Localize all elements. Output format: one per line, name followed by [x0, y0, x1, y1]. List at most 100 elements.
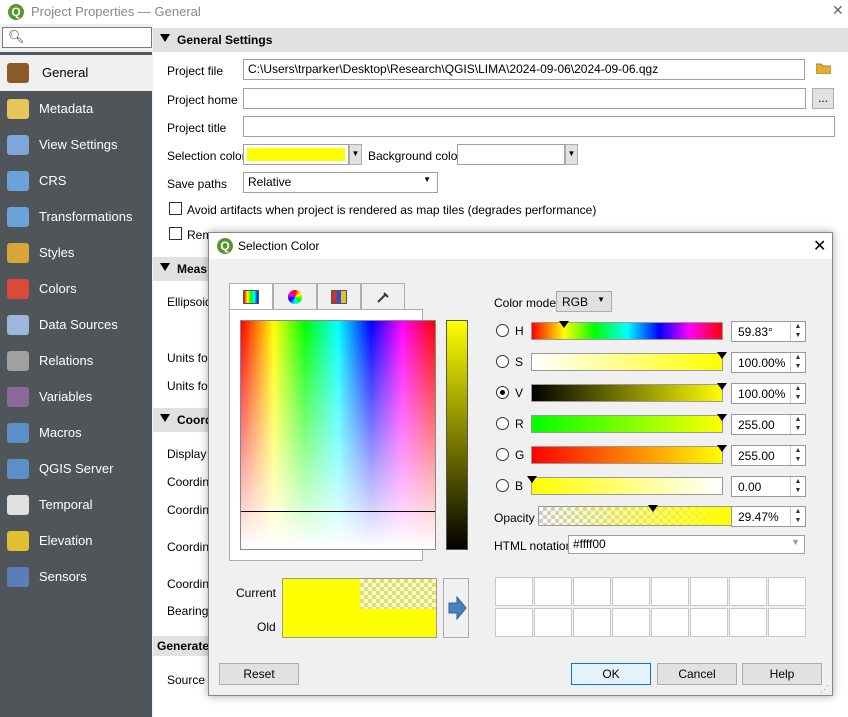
channel-spinbox-g[interactable]: 255.00 ▲ ▼	[731, 445, 806, 466]
custom-color-swatch[interactable]	[534, 577, 572, 606]
html-notation-field[interactable]: #ffff00 ▼	[568, 535, 805, 554]
sidebar-item-macros[interactable]: Macros	[0, 415, 152, 451]
remember-checkbox[interactable]	[169, 227, 182, 240]
channel-spinbox-h[interactable]: 59.83° ▲ ▼	[731, 321, 806, 342]
opacity-spinbox[interactable]: 29.47% ▲ ▼	[731, 506, 806, 527]
sidebar-item-temporal[interactable]: Temporal	[0, 487, 152, 523]
cancel-button[interactable]: Cancel	[657, 663, 737, 685]
resize-grip-icon[interactable]: ⋰	[820, 684, 829, 695]
channel-radio-r[interactable]	[496, 417, 509, 430]
channel-spinbox-b[interactable]: 0.00 ▲ ▼	[731, 476, 806, 497]
sidebar-item-metadata[interactable]: Metadata	[0, 91, 152, 127]
channel-radio-v[interactable]	[496, 386, 509, 399]
opacity-slider[interactable]	[538, 505, 732, 526]
avoid-artifacts-checkbox[interactable]	[169, 202, 182, 215]
custom-color-swatch[interactable]	[690, 608, 728, 637]
custom-color-swatch[interactable]	[612, 577, 650, 606]
value-ramp-slider[interactable]	[446, 320, 468, 550]
sidebar-item-crs[interactable]: CRS	[0, 163, 152, 199]
color-model-select[interactable]: RGB ▼	[556, 291, 612, 312]
spin-arrows[interactable]: ▲ ▼	[790, 384, 805, 403]
channel-spinbox-s[interactable]: 100.00% ▲ ▼	[731, 352, 806, 373]
custom-color-swatch[interactable]	[573, 608, 611, 637]
custom-color-swatch[interactable]	[729, 608, 767, 637]
channel-slider-g[interactable]	[531, 445, 727, 464]
search-input[interactable]: 🔍︎	[2, 27, 152, 48]
color-ramp-tab[interactable]	[229, 283, 273, 310]
channel-spinbox-v[interactable]: 100.00% ▲ ▼	[731, 383, 806, 404]
channel-radio-h[interactable]	[496, 324, 509, 337]
channel-radio-s[interactable]	[496, 355, 509, 368]
channel-slider-s[interactable]	[531, 352, 727, 371]
sidebar-item-data-sources[interactable]: Data Sources	[0, 307, 152, 343]
folder-icon[interactable]	[815, 62, 832, 75]
channel-slider-h[interactable]	[531, 321, 723, 340]
custom-color-swatch[interactable]	[729, 577, 767, 606]
sidebar-item-view-settings[interactable]: View Settings	[0, 127, 152, 163]
custom-color-swatch[interactable]	[768, 608, 806, 637]
project-home-field[interactable]	[243, 88, 806, 109]
swatch-grid-tab[interactable]	[317, 283, 361, 309]
sidebar-item-colors[interactable]: Colors	[0, 271, 152, 307]
reset-button[interactable]: Reset	[219, 663, 299, 685]
project-title-field[interactable]	[243, 116, 835, 137]
browse-button[interactable]: ...	[812, 88, 834, 109]
dialog-close-icon[interactable]: ✕	[813, 236, 826, 256]
save-paths-select[interactable]: Relative ▼	[243, 172, 438, 193]
selection-color-dropdown[interactable]: ▼	[349, 144, 362, 165]
sidebar-item-relations[interactable]: Relations	[0, 343, 152, 379]
apply-arrow-button[interactable]	[443, 578, 469, 638]
custom-color-swatch[interactable]	[651, 577, 689, 606]
project-file-field[interactable]: C:\Users\trparker\Desktop\Research\QGIS\…	[243, 59, 805, 80]
help-button[interactable]: Help	[742, 663, 822, 685]
custom-color-swatch[interactable]	[495, 577, 533, 606]
ok-button[interactable]: OK	[571, 663, 651, 685]
slider-knob[interactable]	[717, 383, 727, 390]
spin-arrows[interactable]: ▲ ▼	[790, 353, 805, 372]
sidebar-item-transformations[interactable]: Transformations	[0, 199, 152, 235]
color-wheel-tab[interactable]	[273, 283, 317, 309]
spin-arrows[interactable]: ▲ ▼	[790, 415, 805, 434]
spin-arrows[interactable]: ▲ ▼	[790, 322, 805, 341]
color-picker-tab[interactable]	[361, 283, 405, 309]
background-color-dropdown[interactable]: ▼	[565, 144, 578, 165]
chevron-down-icon: ▼	[791, 537, 800, 547]
spin-arrows[interactable]: ▲ ▼	[790, 446, 805, 465]
slider-knob[interactable]	[558, 321, 569, 328]
slider-knob[interactable]	[717, 414, 727, 421]
sidebar-item-general[interactable]: General	[0, 55, 152, 91]
slider-knob[interactable]	[527, 476, 537, 483]
group-header-coordinate-display[interactable]: Coord	[153, 408, 212, 432]
spin-arrows[interactable]: ▲ ▼	[790, 477, 805, 496]
channel-slider-b[interactable]	[527, 476, 723, 495]
old-color-swatch[interactable]	[283, 609, 436, 637]
custom-color-swatch[interactable]	[651, 608, 689, 637]
color-area-picker[interactable]	[240, 320, 436, 550]
sidebar-item-qgis-server[interactable]: QGIS Server	[0, 451, 152, 487]
custom-color-swatch[interactable]	[495, 608, 533, 637]
sidebar-item-elevation[interactable]: Elevation	[0, 523, 152, 559]
custom-color-swatch[interactable]	[768, 577, 806, 606]
spin-arrows[interactable]: ▲ ▼	[790, 507, 805, 526]
window-close-icon[interactable]: ✕	[832, 2, 844, 19]
slider-knob[interactable]	[717, 352, 727, 359]
custom-color-swatch[interactable]	[573, 577, 611, 606]
sidebar-item-styles[interactable]: Styles	[0, 235, 152, 271]
channel-spinbox-r[interactable]: 255.00 ▲ ▼	[731, 414, 806, 435]
slider-knob[interactable]	[717, 445, 727, 452]
group-header-measurements[interactable]: Meas	[153, 257, 209, 281]
group-header-general-settings[interactable]: General Settings	[153, 28, 848, 52]
custom-color-swatch[interactable]	[534, 608, 572, 637]
group-header-generate[interactable]: Generate	[153, 636, 209, 656]
selection-color-button[interactable]	[243, 144, 349, 165]
background-color-button[interactable]	[457, 144, 565, 165]
channel-slider-v[interactable]	[531, 383, 727, 402]
sidebar-item-sensors[interactable]: Sensors	[0, 559, 152, 595]
sidebar-item-variables[interactable]: Variables	[0, 379, 152, 415]
custom-color-swatch[interactable]	[690, 577, 728, 606]
channel-radio-b[interactable]	[496, 479, 509, 492]
channel-radio-g[interactable]	[496, 448, 509, 461]
opacity-knob[interactable]	[647, 505, 658, 512]
channel-slider-r[interactable]	[531, 414, 727, 433]
custom-color-swatch[interactable]	[612, 608, 650, 637]
